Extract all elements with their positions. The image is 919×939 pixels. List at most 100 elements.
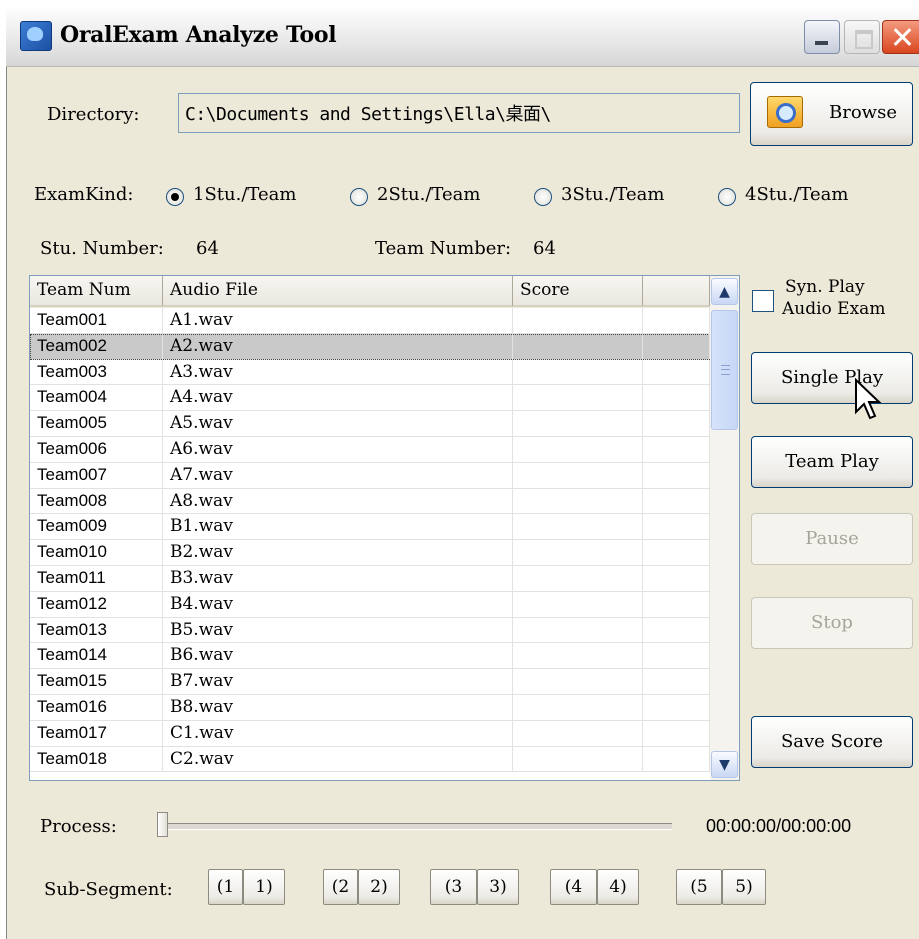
team-play-button[interactable]: Team Play xyxy=(751,436,913,488)
score-cell xyxy=(513,514,643,540)
process-slider-track[interactable] xyxy=(164,823,672,830)
table-row[interactable]: Team004 A4.wav xyxy=(30,385,710,412)
directory-field[interactable]: C:\Documents and Settings\Ella\桌面\ xyxy=(178,93,740,133)
examkind-radio-1[interactable] xyxy=(166,188,184,206)
team-list[interactable]: Team Num Audio File Score Team001 A1.wav T… xyxy=(29,275,740,781)
score-cell xyxy=(513,669,643,694)
sub-segment-4-start-button[interactable]: (4 xyxy=(550,869,597,905)
score-cell xyxy=(513,359,643,385)
score-cell xyxy=(513,565,643,591)
syn-play-label-line2: Audio Exam xyxy=(782,299,886,319)
sub-segment-5-end-button[interactable]: 5) xyxy=(722,869,766,905)
score-cell xyxy=(513,591,643,617)
column-header-empty[interactable] xyxy=(643,276,710,307)
sub-segment-1-start-button[interactable]: (1 xyxy=(208,869,243,905)
save-score-button[interactable]: Save Score xyxy=(751,716,913,768)
empty-cell xyxy=(643,720,710,746)
team-num-cell: Team001 xyxy=(30,308,163,333)
audio-file-cell: B4.wav xyxy=(163,591,513,617)
table-row[interactable]: Team008 A8.wav xyxy=(30,488,710,515)
empty-cell xyxy=(643,385,710,411)
audio-file-cell: A7.wav xyxy=(163,462,513,488)
audio-file-cell: A5.wav xyxy=(163,411,513,436)
table-row[interactable]: Team003 A3.wav xyxy=(30,359,710,386)
table-row[interactable]: Team014 B6.wav xyxy=(30,643,710,670)
empty-cell xyxy=(643,436,710,462)
sub-segment-2-start-button[interactable]: (2 xyxy=(323,869,358,905)
table-row[interactable]: Team005 A5.wav xyxy=(30,411,710,437)
process-label: Process: xyxy=(40,816,117,837)
examkind-label: ExamKind: xyxy=(34,184,134,205)
team-num-cell: Team012 xyxy=(30,591,163,617)
table-row[interactable]: Team013 B5.wav xyxy=(30,617,710,644)
column-header-audio-file[interactable]: Audio File xyxy=(163,276,513,307)
vertical-scrollbar[interactable]: ▲ ▼ xyxy=(710,276,739,780)
empty-cell xyxy=(643,565,710,591)
team-num-cell: Team006 xyxy=(30,436,163,462)
scroll-up-button[interactable]: ▲ xyxy=(711,278,738,305)
table-row[interactable]: Team016 B8.wav xyxy=(30,694,710,721)
window-title: OralExam Analyze Tool xyxy=(60,22,337,48)
table-row[interactable]: Team018 C2.wav xyxy=(30,746,710,773)
examkind-radio-4[interactable] xyxy=(718,188,736,206)
team-num-cell: Team016 xyxy=(30,694,163,720)
audio-file-cell: A1.wav xyxy=(163,308,513,333)
sub-segment-2-end-button[interactable]: 2) xyxy=(358,869,400,905)
close-button[interactable] xyxy=(882,20,919,54)
scroll-down-button[interactable]: ▼ xyxy=(711,751,738,778)
app-icon xyxy=(20,21,52,51)
team-num-cell: Team007 xyxy=(30,462,163,488)
score-cell xyxy=(513,333,643,359)
team-num-cell: Team008 xyxy=(30,488,163,514)
score-cell xyxy=(513,617,643,643)
column-header-score[interactable]: Score xyxy=(513,276,643,307)
maximize-button xyxy=(844,20,880,54)
table-row[interactable]: Team017 C1.wav xyxy=(30,720,710,747)
score-cell xyxy=(513,746,643,772)
stop-button[interactable]: Stop xyxy=(751,597,913,649)
table-row[interactable]: Team006 A6.wav xyxy=(30,436,710,463)
table-row[interactable]: Team015 B7.wav xyxy=(30,669,710,695)
table-row[interactable]: Team002 A2.wav xyxy=(30,333,710,360)
single-play-button[interactable]: Single Play xyxy=(751,352,913,404)
browse-button[interactable]: Browse xyxy=(750,82,913,146)
score-cell xyxy=(513,540,643,565)
audio-file-cell: C2.wav xyxy=(163,746,513,772)
team-num-cell: Team017 xyxy=(30,720,163,746)
score-cell xyxy=(513,643,643,669)
sub-segment-3-end-button[interactable]: 3) xyxy=(477,869,519,905)
scroll-thumb[interactable] xyxy=(711,310,738,430)
team-num-cell: Team013 xyxy=(30,617,163,643)
list-rows: Team001 A1.wav Team002 A2.wav Team003 A3.wav T… xyxy=(30,308,710,773)
table-row[interactable]: Team007 A7.wav xyxy=(30,462,710,489)
process-slider-thumb[interactable] xyxy=(157,812,168,837)
team-num-cell: Team003 xyxy=(30,359,163,385)
column-header-team-num[interactable]: Team Num xyxy=(30,276,163,307)
minimize-button[interactable] xyxy=(804,20,840,54)
examkind-radio-3[interactable] xyxy=(534,188,552,206)
table-row[interactable]: Team010 B2.wav xyxy=(30,540,710,566)
empty-cell xyxy=(643,746,710,772)
score-cell xyxy=(513,411,643,436)
table-row[interactable]: Team009 B1.wav xyxy=(30,514,710,541)
pause-button[interactable]: Pause xyxy=(751,513,913,565)
sub-segment-5-start-button[interactable]: (5 xyxy=(676,869,722,905)
examkind-option-2: 2Stu./Team xyxy=(377,184,481,205)
score-cell xyxy=(513,308,643,333)
audio-file-cell: A2.wav xyxy=(163,333,513,359)
list-header: Team Num Audio File Score xyxy=(30,276,710,308)
team-num-cell: Team015 xyxy=(30,669,163,694)
empty-cell xyxy=(643,694,710,720)
sub-segment-3-start-button[interactable]: (3 xyxy=(430,869,477,905)
sub-segment-4-end-button[interactable]: 4) xyxy=(597,869,639,905)
table-row[interactable]: Team011 B3.wav xyxy=(30,565,710,592)
syn-play-checkbox[interactable] xyxy=(752,290,774,312)
examkind-radio-2[interactable] xyxy=(350,188,368,206)
audio-file-cell: B8.wav xyxy=(163,694,513,720)
table-row[interactable]: Team001 A1.wav xyxy=(30,308,710,334)
sub-segment-1-end-button[interactable]: 1) xyxy=(243,869,285,905)
table-row[interactable]: Team012 B4.wav xyxy=(30,591,710,618)
empty-cell xyxy=(643,540,710,565)
audio-file-cell: A4.wav xyxy=(163,385,513,411)
audio-file-cell: B2.wav xyxy=(163,540,513,565)
